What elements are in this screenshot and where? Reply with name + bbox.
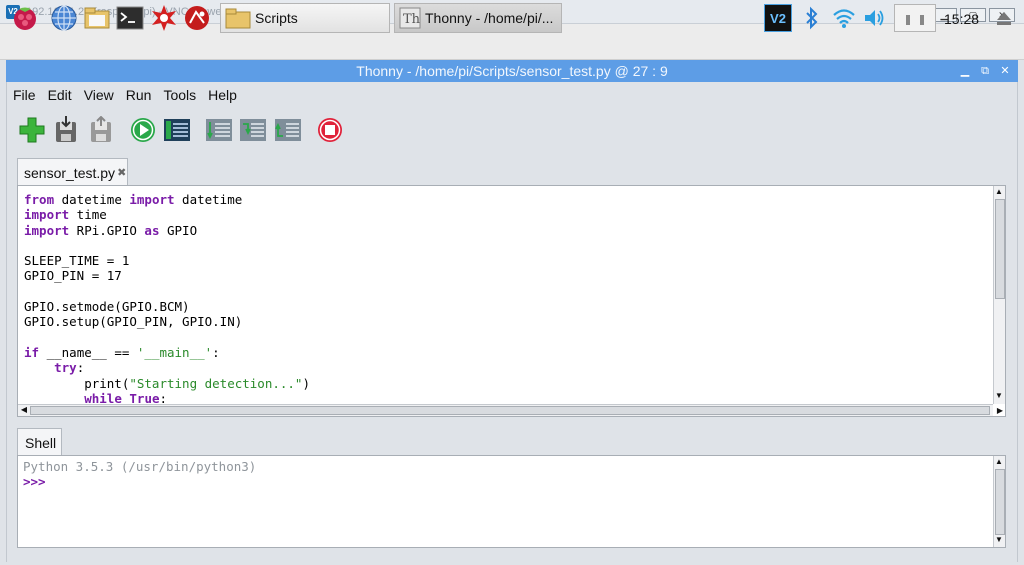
code-token: RPi.GPIO: [69, 222, 145, 238]
code-line[interactable]: GPIO_PIN = 17: [24, 268, 310, 283]
code-string: '__main__': [136, 344, 213, 360]
step-into-icon[interactable]: [239, 116, 267, 144]
scroll-down-icon[interactable]: ▼: [994, 391, 1004, 401]
code-line[interactable]: GPIO.setup(GPIO_PIN, GPIO.IN): [24, 314, 310, 329]
menubar: File Edit View Run Tools Help: [12, 87, 238, 103]
thonny-minimize-button[interactable]: ▁: [958, 64, 972, 78]
wifi-icon[interactable]: [830, 4, 858, 32]
code-line[interactable]: [24, 238, 310, 253]
code-keyword: from: [24, 192, 55, 207]
shell-vertical-scrollbar[interactable]: ▲ ▼: [993, 456, 1005, 547]
eject-icon[interactable]: [990, 4, 1018, 32]
menu-file[interactable]: File: [12, 87, 37, 103]
thonny-close-button[interactable]: ✕: [998, 64, 1012, 78]
code-line[interactable]: GPIO.setmode(GPIO.BCM): [24, 299, 310, 314]
web-browser-icon[interactable]: [50, 4, 78, 32]
step-over-icon[interactable]: [205, 116, 233, 144]
editor-horizontal-scrollbar[interactable]: ◀: [18, 404, 993, 416]
shell-scroll-down-icon[interactable]: ▼: [994, 535, 1004, 545]
code-token: datetime: [174, 192, 243, 207]
folder-icon: [225, 8, 251, 29]
taskbar-thonny-label: Thonny - /home/pi/...: [425, 10, 554, 26]
close-tab-icon[interactable]: ✖: [117, 166, 126, 179]
code-line[interactable]: from datetime import datetime: [24, 192, 310, 207]
code-line[interactable]: if __name__ == '__main__':: [24, 345, 310, 360]
vnc-server-tray-icon[interactable]: V2: [764, 4, 792, 32]
shell-tab[interactable]: Shell: [17, 428, 62, 456]
menu-view[interactable]: View: [83, 87, 115, 103]
load-file-icon[interactable]: [52, 116, 80, 144]
code-line[interactable]: [24, 284, 310, 299]
thonny-icon: Th: [399, 7, 421, 29]
code-token: __name__ ==: [39, 344, 137, 360]
shell-panel[interactable]: Python 3.5.3 (/usr/bin/python3) >>> ▲ ▼: [17, 455, 1006, 548]
new-file-icon[interactable]: [18, 116, 46, 144]
code-token: GPIO: [159, 222, 198, 238]
code-token: GPIO.setup(GPIO_PIN, GPIO.IN): [24, 314, 243, 330]
editor-tab-sensor-test[interactable]: sensor_test.py ✖: [17, 158, 128, 186]
menu-run[interactable]: Run: [125, 87, 153, 103]
code-token: ): [302, 375, 310, 391]
code-token: GPIO.setmode(GPIO.BCM): [24, 299, 190, 315]
code-token: GPIO_PIN = 17: [24, 268, 122, 284]
save-file-icon[interactable]: [87, 115, 115, 144]
scroll-right-icon[interactable]: ▶: [995, 406, 1005, 416]
code-line[interactable]: import RPi.GPIO as GPIO: [24, 223, 310, 238]
raspberry-menu-icon[interactable]: [11, 4, 39, 32]
menu-tools[interactable]: Tools: [162, 87, 197, 103]
taskbar-thonny-button[interactable]: Th Thonny - /home/pi/...: [394, 3, 562, 33]
thonny-window-title: Thonny - /home/pi/Scripts/sensor_test.py…: [356, 63, 668, 79]
thonny-titlebar: Thonny - /home/pi/Scripts/sensor_test.py…: [6, 60, 1018, 82]
code-keyword: as: [144, 222, 160, 238]
code-token: SLEEP_TIME = 1: [24, 253, 130, 269]
taskbar-scripts-button[interactable]: Scripts: [220, 3, 390, 33]
clock[interactable]: 15:28: [944, 11, 979, 27]
volume-icon[interactable]: [860, 4, 888, 32]
svg-text:Th: Th: [403, 12, 421, 27]
shell-scroll-up-icon[interactable]: ▲: [994, 457, 1004, 467]
editor-hscroll-thumb[interactable]: [30, 406, 990, 415]
shell-vscroll-thumb[interactable]: [995, 469, 1005, 535]
code-keyword: import: [24, 207, 70, 223]
code-line[interactable]: SLEEP_TIME = 1: [24, 253, 310, 268]
menu-help[interactable]: Help: [207, 87, 238, 103]
bluetooth-icon[interactable]: [798, 4, 826, 32]
code-line[interactable]: try:: [24, 360, 310, 375]
thonny-maximize-button[interactable]: ⧉: [978, 64, 992, 78]
code-token: time: [69, 207, 107, 223]
code-line[interactable]: print("Starting detection..."): [24, 376, 310, 391]
step-out-icon[interactable]: [274, 116, 302, 144]
code-text[interactable]: from datetime import datetime import time…: [24, 192, 310, 406]
code-editor[interactable]: from datetime import datetime import time…: [17, 185, 1006, 417]
scroll-up-icon[interactable]: ▲: [994, 187, 1004, 197]
run-icon[interactable]: [129, 116, 157, 144]
taskbar-scripts-label: Scripts: [255, 10, 298, 26]
code-line[interactable]: import time: [24, 207, 310, 222]
code-token: :: [76, 360, 85, 376]
editor-vertical-scrollbar[interactable]: ▲ ▼: [993, 186, 1005, 404]
terminal-icon[interactable]: [116, 4, 144, 32]
code-token: :: [212, 344, 220, 360]
file-manager-icon[interactable]: [83, 4, 111, 32]
mathematica-icon[interactable]: [183, 4, 211, 32]
code-string: "Starting detection...": [129, 375, 303, 391]
editor-vscroll-thumb[interactable]: [995, 199, 1005, 299]
menu-edit[interactable]: Edit: [47, 87, 73, 103]
code-keyword: import: [129, 192, 175, 207]
shell-banner: Python 3.5.3 (/usr/bin/python3): [23, 459, 257, 474]
code-keyword: try: [54, 360, 77, 376]
code-keyword: import: [24, 222, 70, 238]
code-token: datetime: [54, 192, 130, 207]
cpu-monitor-icon[interactable]: [894, 4, 936, 32]
code-keyword: if: [24, 344, 40, 360]
debug-icon[interactable]: [163, 116, 191, 144]
editor-tab-label: sensor_test.py: [24, 164, 116, 181]
stop-icon[interactable]: [316, 116, 344, 144]
shell-prompt[interactable]: >>>: [23, 474, 46, 489]
scroll-left-icon[interactable]: ◀: [19, 405, 29, 415]
wolfram-icon[interactable]: [150, 4, 178, 32]
code-token: print(: [24, 375, 130, 391]
code-line[interactable]: [24, 330, 310, 345]
